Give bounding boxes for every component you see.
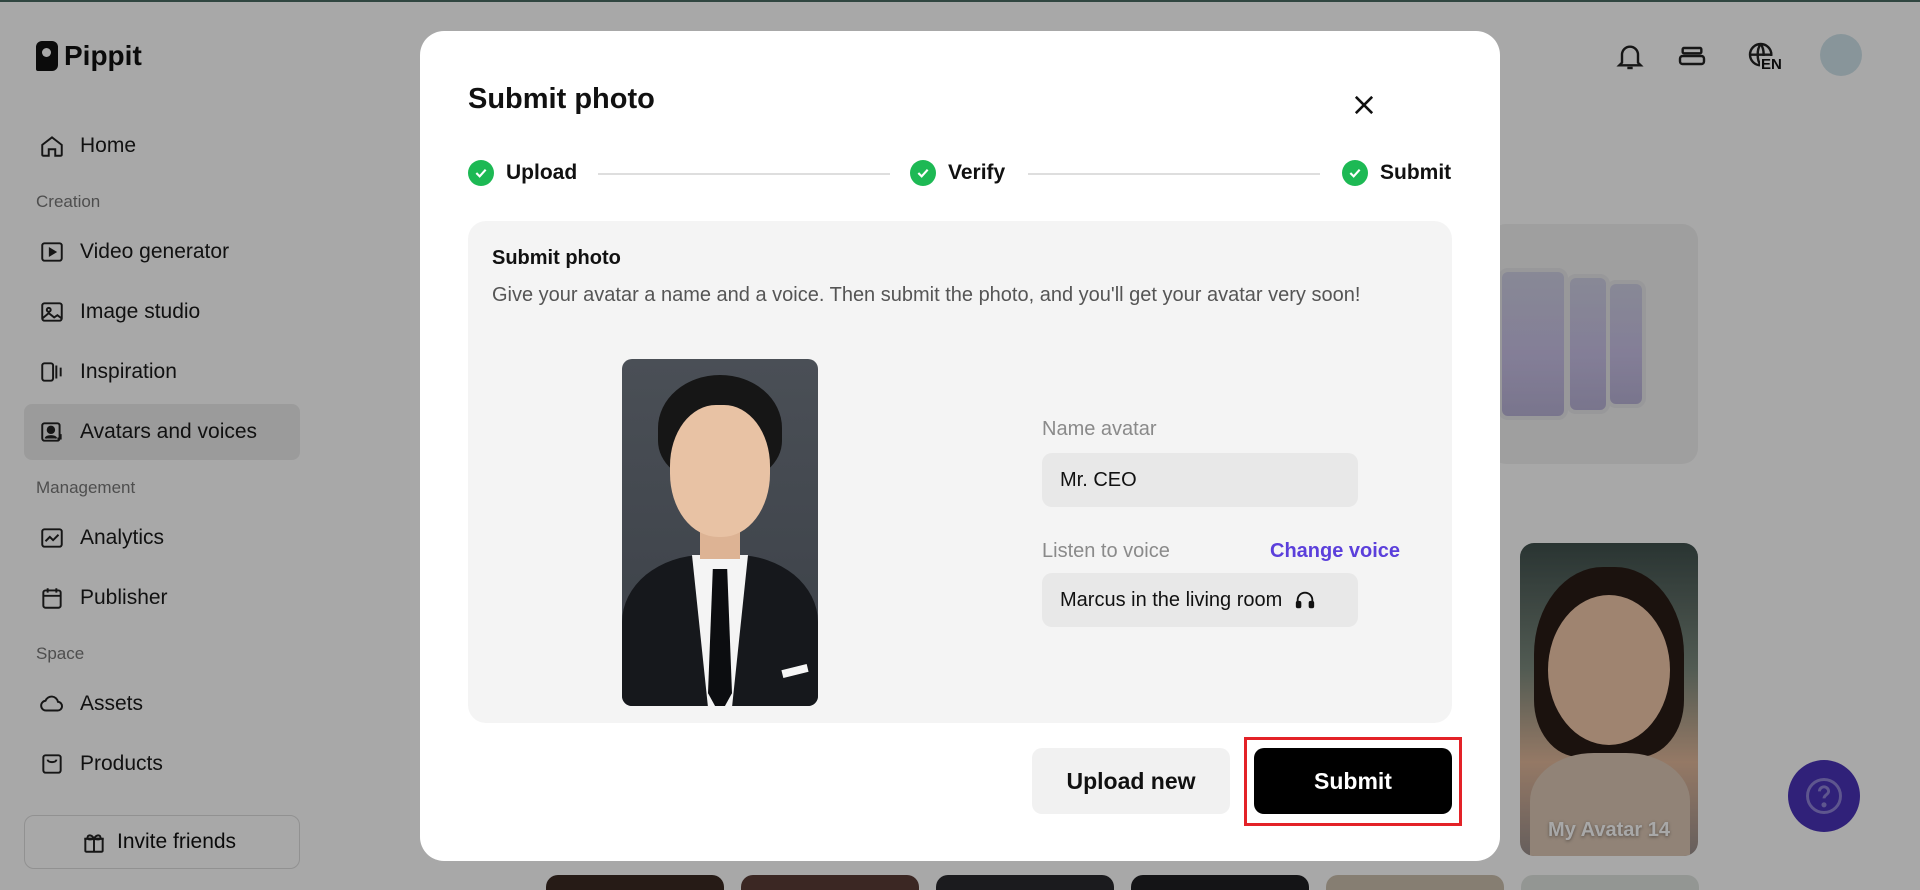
step-submit: Submit <box>1342 155 1451 191</box>
panel-title: Submit photo <box>492 247 621 269</box>
name-avatar-label: Name avatar <box>1042 418 1157 440</box>
close-button[interactable] <box>1342 83 1386 127</box>
check-circle-icon <box>910 160 936 186</box>
submit-panel: Submit photo Give your avatar a name and… <box>468 221 1452 723</box>
check-circle-icon <box>468 160 494 186</box>
submit-button[interactable]: Submit <box>1254 748 1452 814</box>
listen-voice-label: Listen to voice <box>1042 540 1170 562</box>
submit-photo-modal: Submit photo Upload Verify Submit Submit… <box>420 31 1500 861</box>
step-connector <box>598 173 890 175</box>
progress-stepper: Upload Verify Submit <box>468 155 1452 191</box>
voice-name: Marcus in the living room <box>1060 588 1283 611</box>
modal-title: Submit photo <box>468 83 655 115</box>
close-icon <box>1354 95 1374 115</box>
voice-selector[interactable]: Marcus in the living room <box>1042 573 1358 627</box>
step-label: Submit <box>1380 161 1452 184</box>
uploaded-photo-preview <box>622 359 818 706</box>
headphones-icon[interactable] <box>1294 589 1316 611</box>
step-connector <box>1028 173 1320 175</box>
check-circle-icon <box>1342 160 1368 186</box>
step-label: Upload <box>506 161 578 184</box>
step-label: Verify <box>948 161 1006 184</box>
change-voice-link[interactable]: Change voice <box>1270 540 1400 563</box>
avatar-name-input[interactable] <box>1042 453 1358 507</box>
step-upload: Upload <box>468 155 577 191</box>
panel-description: Give your avatar a name and a voice. The… <box>492 284 1361 306</box>
upload-new-button[interactable]: Upload new <box>1032 748 1230 814</box>
step-verify: Verify <box>910 155 1005 191</box>
